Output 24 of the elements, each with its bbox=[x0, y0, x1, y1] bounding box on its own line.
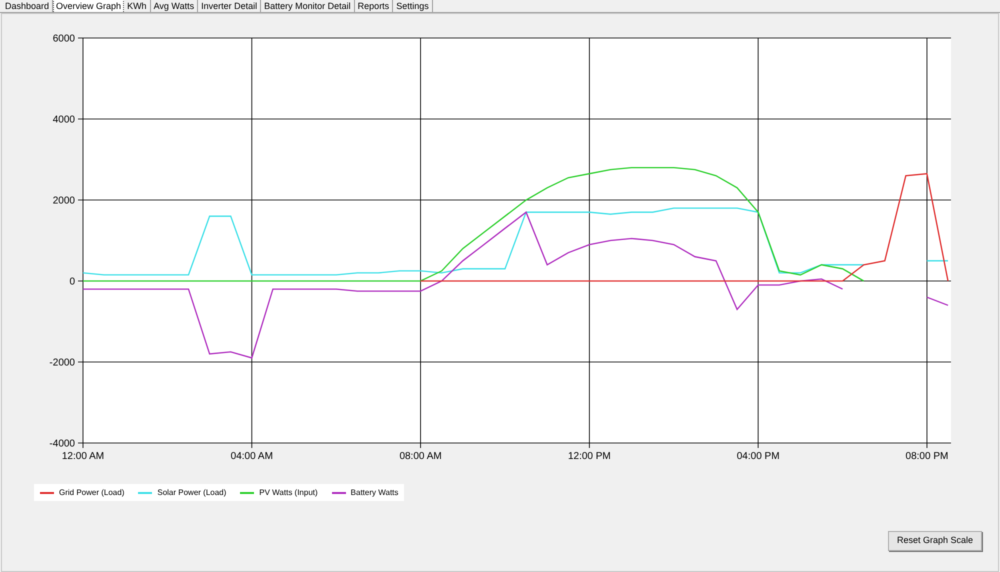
y-tick-label: 0 bbox=[69, 276, 75, 288]
y-tick-label: 6000 bbox=[52, 34, 75, 44]
tab[interactable]: Inverter Detail bbox=[198, 0, 262, 12]
reset-graph-scale-button[interactable]: Reset Graph Scale bbox=[888, 531, 982, 551]
legend-label: PV Watts (Input) bbox=[259, 486, 318, 498]
legend-label: Grid Power (Load) bbox=[59, 486, 124, 498]
x-tick-label: 04:00 AM bbox=[230, 451, 273, 462]
y-tick-label: -2000 bbox=[49, 358, 75, 368]
tab[interactable]: Overview Graph bbox=[53, 0, 124, 12]
y-tick-label: 2000 bbox=[52, 196, 75, 206]
tab[interactable]: Settings bbox=[393, 0, 433, 12]
x-tick-label: 04:00 PM bbox=[736, 451, 780, 462]
tab[interactable]: Avg Watts bbox=[150, 0, 198, 12]
tab[interactable]: KWh bbox=[124, 0, 151, 12]
legend-label: Solar Power (Load) bbox=[157, 486, 226, 498]
y-tick-label: -4000 bbox=[49, 438, 75, 450]
x-tick-label: 08:00 PM bbox=[906, 451, 948, 462]
y-tick-label: 4000 bbox=[52, 114, 75, 126]
legend-label: Battery Watts bbox=[350, 486, 398, 498]
x-tick-label: 12:00 AM bbox=[62, 451, 104, 462]
tab[interactable]: Battery Monitor Detail bbox=[261, 0, 355, 12]
x-tick-label: 08:00 AM bbox=[399, 451, 442, 462]
x-tick-label: 12:00 PM bbox=[568, 451, 611, 462]
tab[interactable]: Reports bbox=[354, 0, 394, 12]
